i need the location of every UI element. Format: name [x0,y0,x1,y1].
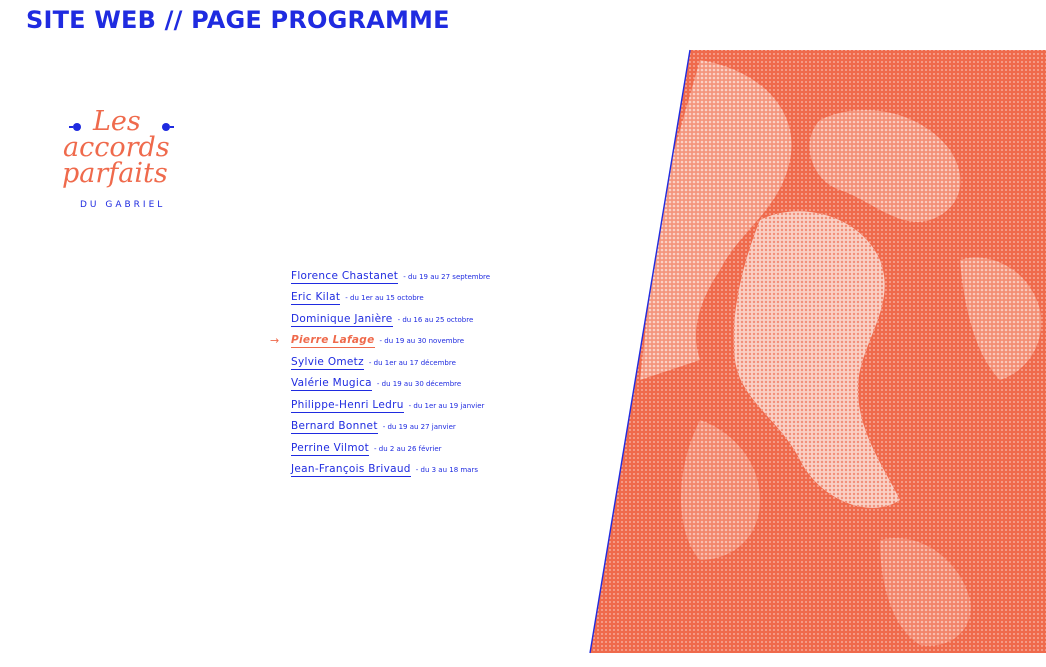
artist-link[interactable]: Sylvie Ometz [291,356,364,370]
page-title: SITE WEB // PAGE PROGRAMME [26,6,450,34]
site-logo[interactable]: Les accords parfaits DU GABRIEL [56,104,196,216]
program-item-pierre-lafage: → Pierre Lafage - du 19 au 30 novembre [270,331,551,353]
program-item-valerie-mugica: Valérie Mugica - du 19 au 30 décembre [291,374,551,396]
logo-line-les: Les [93,106,141,137]
program-page: SITE WEB // PAGE PROGRAMME Les accords p… [0,0,1046,667]
logo-line-accords: accords [63,132,170,163]
logo-line-parfaits: parfaits [62,158,168,189]
artist-dates: - du 1er au 19 janvier [408,401,485,410]
program-item-sylvie-ometz: Sylvie Ometz - du 1er au 17 décembre [291,352,551,374]
artist-link[interactable]: Bernard Bonnet [291,420,378,435]
artist-dates: - du 19 au 30 décembre [376,380,462,389]
artist-dates: - du 1er au 17 décembre [368,358,456,367]
artist-dates: - du 2 au 26 février [374,444,442,453]
artist-link[interactable]: Perrine Vilmot [291,442,369,456]
artist-dates: - du 19 au 30 novembre [379,337,465,346]
artist-link[interactable]: Valérie Mugica [291,377,372,392]
artist-link-active[interactable]: Pierre Lafage [291,334,375,349]
artist-link[interactable]: Dominique Janière [291,313,393,327]
program-item-florence-chastanet: Florence Chastanet - du 19 au 27 septemb… [291,266,551,288]
dot-ornament-icon [162,123,174,131]
artist-dates: - du 19 au 27 septembre [403,272,491,281]
program-item-dominique-janiere: Dominique Janière - du 16 au 25 octobre [291,309,551,331]
artist-link[interactable]: Eric Kilat [291,291,341,306]
program-item-philippe-henri-ledru: Philippe-Henri Ledru - du 1er au 19 janv… [291,395,551,417]
program-item-bernard-bonnet: Bernard Bonnet - du 19 au 27 janvier [291,417,551,439]
program-item-eric-kilat: Eric Kilat - du 1er au 15 octobre [291,288,551,310]
artist-link[interactable]: Philippe-Henri Ledru [291,399,404,413]
artist-dates: - du 19 au 27 janvier [382,423,456,432]
artist-link[interactable]: Florence Chastanet [291,270,399,284]
program-list: Florence Chastanet - du 19 au 27 septemb… [270,266,551,482]
artist-dates: - du 16 au 25 octobre [397,315,474,324]
artist-dates: - du 3 au 18 mars [415,466,479,475]
logo-subtitle: DU GABRIEL [80,200,166,210]
right-arrow-icon: → [270,333,280,347]
artist-dates: - du 1er au 15 octobre [345,294,424,303]
program-item-perrine-vilmot: Perrine Vilmot - du 2 au 26 février [291,438,551,460]
program-item-jean-francois-brivaud: Jean-François Brivaud - du 3 au 18 mars [291,460,551,482]
dot-ornament-icon [69,123,81,131]
artist-link[interactable]: Jean-François Brivaud [291,463,411,478]
